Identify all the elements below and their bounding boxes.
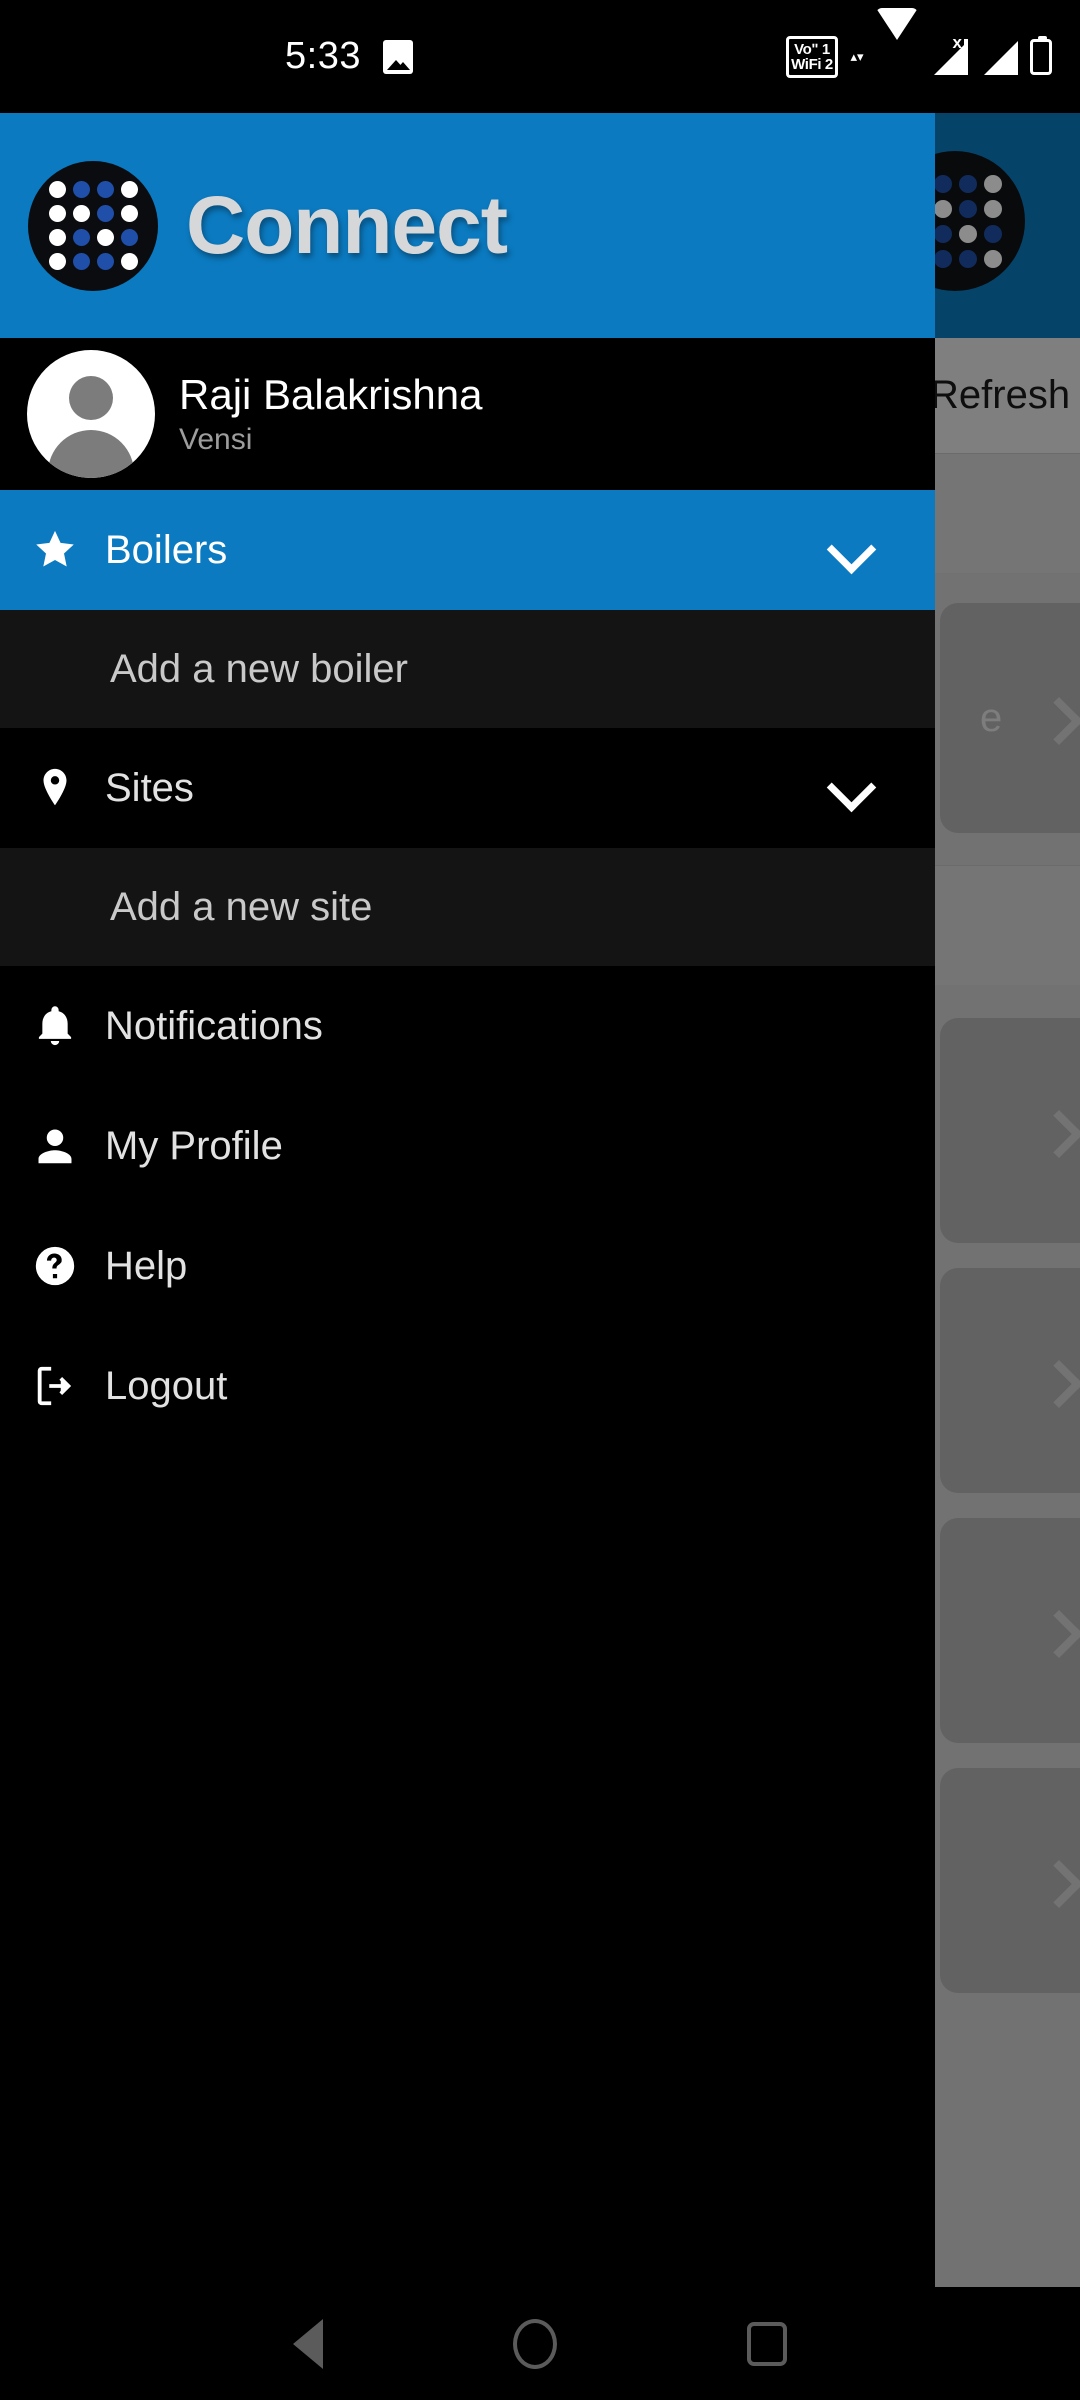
- profile-organization: Vensi: [179, 423, 253, 456]
- drawer-header: Connect: [0, 113, 935, 338]
- app-title: Connect: [186, 179, 508, 271]
- logo-dot: [48, 181, 66, 198]
- photo-icon: [382, 39, 413, 74]
- recents-button[interactable]: [747, 2321, 787, 2366]
- map-pin-icon: [27, 765, 83, 811]
- drawer-item-logout[interactable]: Logout: [0, 1326, 935, 1446]
- data-transfer-icon: ▴▾: [850, 49, 864, 64]
- drawer-item-sites[interactable]: Sites: [0, 728, 935, 848]
- drawer-item-label: My Profile: [105, 1123, 283, 1168]
- help-icon: [27, 1243, 83, 1289]
- logo-dot: [96, 181, 114, 198]
- drawer-item-notifications[interactable]: Notifications: [0, 966, 935, 1086]
- logo-dot: [48, 253, 66, 270]
- status-bar-right: Voʺ 1 WiFi 2 ▴▾ x: [786, 7, 1052, 78]
- battery-icon: [1030, 35, 1052, 75]
- drawer-item-label: Sites: [105, 765, 194, 810]
- person-icon: [27, 1123, 83, 1169]
- drawer-item-label: Help: [105, 1243, 188, 1288]
- drawer-item-label: Boilers: [105, 527, 228, 572]
- home-button[interactable]: [513, 2318, 557, 2369]
- logo-dot: [72, 181, 90, 198]
- android-nav-bar: [0, 2287, 1080, 2400]
- logo-dot: [120, 181, 138, 198]
- chevron-down-icon[interactable]: [829, 528, 873, 572]
- status-bar-left: 5:33: [285, 35, 413, 78]
- logo-dot: [96, 205, 114, 222]
- volte-wifi-icon: Voʺ 1 WiFi 2: [786, 35, 838, 78]
- logo-dot: [120, 229, 138, 246]
- status-bar: 5:33 Voʺ 1 WiFi 2 ▴▾ x: [0, 0, 1080, 113]
- back-button[interactable]: [293, 2318, 323, 2369]
- logo-dot: [48, 205, 66, 222]
- drawer-item-boilers[interactable]: Boilers: [0, 490, 935, 610]
- logo-dot: [96, 253, 114, 270]
- logo-dot: [96, 229, 114, 246]
- wifi-icon: [876, 7, 918, 74]
- profile-text-block: Raji Balakrishna Vensi: [179, 371, 482, 457]
- drawer-nav-list: Boilers Add a new boiler Sites Add a new si…: [0, 490, 935, 1446]
- logo-dot: [72, 253, 90, 270]
- drawer-item-add-a-new-boiler[interactable]: Add a new boiler: [0, 610, 935, 728]
- drawer-item-label: Add a new boiler: [110, 646, 408, 691]
- drawer-item-help[interactable]: Help: [0, 1206, 935, 1326]
- logout-icon: [27, 1363, 83, 1409]
- logo-dot: [72, 205, 90, 222]
- profile-name: Raji Balakrishna: [179, 371, 483, 418]
- logo-dot: [120, 205, 138, 222]
- drawer-item-label: Logout: [105, 1363, 228, 1408]
- user-avatar: [27, 350, 155, 478]
- drawer-item-add-a-new-site[interactable]: Add a new site: [0, 848, 935, 966]
- bell-icon: [27, 1003, 83, 1049]
- drawer-profile[interactable]: Raji Balakrishna Vensi: [0, 338, 935, 490]
- navigation-drawer: Connect Raji Balakrishna Vensi Boilers Ad…: [0, 113, 935, 2287]
- logo-dot: [120, 253, 138, 270]
- drawer-item-my-profile[interactable]: My Profile: [0, 1086, 935, 1206]
- logo-dot-grid: [48, 181, 138, 270]
- chevron-down-icon[interactable]: [829, 766, 873, 810]
- signal-1-icon: x: [930, 33, 968, 75]
- connect-logo: [28, 160, 158, 291]
- drawer-item-label: Add a new site: [110, 884, 373, 929]
- star-icon: [27, 527, 83, 573]
- volte-line-2: WiFi 2: [791, 55, 833, 73]
- phone-screen: Refresh e 5:33 Voʺ 1 WiFi 2 ▴▾ x Connect…: [0, 0, 1080, 2400]
- logo-dot: [72, 229, 90, 246]
- status-clock: 5:33: [285, 35, 361, 77]
- signal-2-icon: [980, 39, 1018, 75]
- drawer-item-label: Notifications: [105, 1003, 323, 1048]
- logo-dot: [48, 229, 66, 246]
- volte-line-1: Voʺ 1: [794, 40, 830, 58]
